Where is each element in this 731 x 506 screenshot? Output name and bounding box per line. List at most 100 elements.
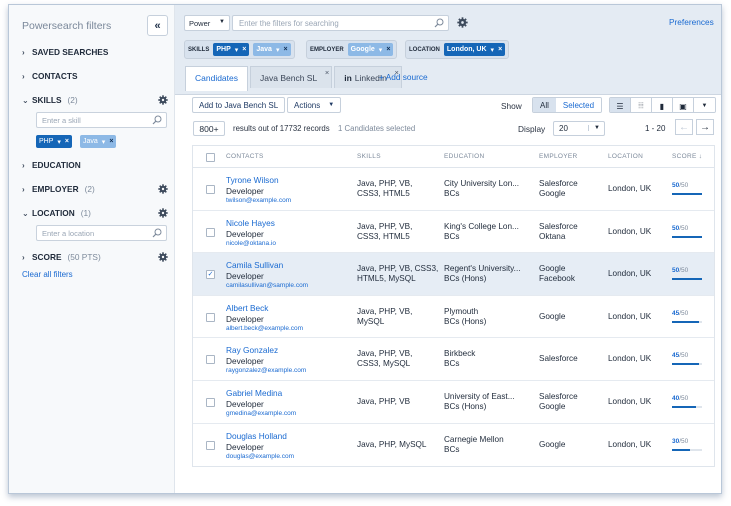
table-row[interactable]: Gabriel Medina Developer gmedina@example.c… — [193, 380, 714, 424]
employer-line: Google — [539, 401, 566, 411]
tab-java-bench-sl[interactable]: Java Bench SL × — [250, 66, 333, 88]
card-view-icon[interactable]: ▣ — [673, 98, 694, 112]
column-header[interactable]: LOCATION — [608, 153, 643, 160]
gear-icon[interactable] — [158, 184, 168, 194]
score-bar-fill — [672, 235, 702, 238]
page-size-select[interactable]: 20 ▼ — [553, 121, 605, 136]
clear-all-filters-link[interactable]: Clear all filters — [22, 270, 73, 279]
contact-email[interactable]: raygonzalez@example.com — [226, 367, 306, 374]
table-row[interactable]: Tyrone Wilson Developer twilson@example.co… — [193, 168, 714, 211]
document-view-icon[interactable]: ▮ — [652, 98, 673, 112]
remove-icon[interactable]: × — [283, 46, 287, 53]
skill-tag-php[interactable]: PHP ▾ × — [36, 135, 73, 148]
chip-tag-london[interactable]: London, UK ▾ × — [443, 43, 506, 56]
gear-icon[interactable] — [158, 252, 168, 262]
row-checkbox[interactable]: ✓ — [206, 270, 215, 280]
column-header[interactable]: EDUCATION — [444, 153, 485, 160]
search-mode-select[interactable]: Power ▼ — [184, 15, 230, 31]
gear-icon[interactable] — [457, 17, 468, 28]
skills-cell: Java, PHP, VB — [357, 397, 410, 407]
table-row[interactable]: Ray Gonzalez Developer raygonzalez@example… — [193, 338, 714, 381]
dropdown-caret-icon: ▾ — [378, 46, 383, 54]
row-checkbox[interactable] — [206, 397, 215, 407]
caret-down-icon: ▼ — [328, 102, 335, 108]
remove-icon[interactable]: × — [498, 46, 502, 53]
table-row[interactable]: Douglas Holland Developer douglas@example.… — [193, 423, 714, 467]
chip-tag-google[interactable]: Google ▾ × — [347, 43, 394, 56]
skill-input[interactable]: Enter a skill — [36, 112, 167, 128]
filter-section-score[interactable]: › SCORE (50 PTS) — [22, 250, 168, 264]
contact-name[interactable]: Ray Gonzalez — [226, 345, 306, 355]
contact-email[interactable]: gmedina@example.com — [226, 410, 296, 417]
employer-cell: Google Facebook — [539, 264, 575, 284]
filter-section-location[interactable]: ⌄ LOCATION (1) — [22, 206, 168, 220]
row-checkbox[interactable] — [206, 227, 215, 237]
education-cell: King's College Lon... BCs — [444, 222, 519, 242]
show-all-button[interactable]: All — [533, 98, 556, 112]
list-view-icon[interactable]: ☰ — [610, 98, 631, 112]
next-page-button[interactable]: → — [696, 119, 714, 135]
skills-line: Java, PHP, MySQL — [357, 439, 427, 449]
column-header[interactable]: SCORE ↓ — [672, 153, 702, 160]
table-row[interactable]: Albert Beck Developer albert.beck@example.… — [193, 295, 714, 339]
column-view-icon[interactable]: ⦙⦙⦙ — [631, 98, 652, 112]
more-views-dropdown[interactable]: ▼ — [694, 98, 715, 112]
gear-icon[interactable] — [158, 95, 168, 105]
gear-icon[interactable] — [158, 208, 168, 218]
employer-line: Google — [539, 311, 566, 321]
select-all-checkbox[interactable] — [206, 153, 215, 162]
collapse-sidebar-button[interactable]: « — [147, 15, 168, 36]
row-checkbox[interactable] — [206, 440, 215, 450]
education-degree: BCs (Hons) — [444, 401, 487, 411]
contact-email[interactable]: douglas@example.com — [226, 453, 294, 460]
contact-email[interactable]: camilasullivan@sample.com — [226, 282, 308, 289]
dropdown-caret-icon: ▾ — [101, 138, 106, 146]
remove-icon[interactable]: × — [242, 46, 246, 53]
row-checkbox[interactable] — [206, 185, 215, 194]
location-input[interactable]: Enter a location — [36, 225, 167, 241]
contact-name[interactable]: Douglas Holland — [226, 431, 294, 441]
contact-email[interactable]: nicole@oktana.io — [226, 240, 276, 247]
chip-tag-php[interactable]: PHP ▾ × — [213, 43, 250, 56]
filter-section-employer[interactable]: › EMPLOYER (2) — [22, 182, 168, 196]
tab-candidates[interactable]: Candidates — [185, 66, 249, 91]
table-row[interactable]: ✓ Camila Sullivan Developer camilasullivan@… — [193, 253, 714, 296]
column-header[interactable]: EMPLOYER — [539, 153, 578, 160]
contact-email[interactable]: twilson@example.com — [226, 197, 291, 204]
remove-icon[interactable]: × — [386, 46, 390, 53]
remove-icon[interactable]: × — [109, 138, 113, 145]
contact-email[interactable]: albert.beck@example.com — [226, 325, 303, 332]
add-source-link[interactable]: + Add source — [379, 72, 428, 82]
search-input[interactable]: Enter the filters for searching — [232, 15, 449, 31]
contact-name[interactable]: Camila Sullivan — [226, 260, 308, 270]
filter-section-skills[interactable]: ⌄ SKILLS (2) — [22, 93, 168, 107]
skill-tag-java[interactable]: Java ▾ × — [80, 135, 117, 148]
actions-dropdown[interactable]: Actions ▼ — [287, 97, 342, 113]
column-header[interactable]: CONTACTS — [226, 153, 264, 160]
score-bar-fill — [672, 320, 699, 323]
contact-name[interactable]: Gabriel Medina — [226, 388, 296, 398]
contact-name[interactable]: Nicole Hayes — [226, 218, 276, 228]
column-header[interactable]: SKILLS — [357, 153, 381, 160]
prev-page-button[interactable]: ← — [675, 119, 693, 135]
contact-name[interactable]: Tyrone Wilson — [226, 175, 291, 185]
education-school: Carnegie Mellon — [444, 434, 504, 444]
close-icon[interactable]: × — [325, 68, 329, 77]
table-row[interactable]: Nicole Hayes Developer nicole@oktana.io Jav… — [193, 210, 714, 254]
filter-count: (50 PTS) — [67, 252, 101, 262]
filter-section-education[interactable]: › EDUCATION — [22, 158, 168, 172]
row-checkbox[interactable] — [206, 355, 215, 365]
caret-down-icon: ▼ — [588, 125, 600, 131]
remove-icon[interactable]: × — [65, 138, 69, 145]
preferences-link[interactable]: Preferences — [669, 17, 714, 27]
filter-section-saved-searches[interactable]: › SAVED SEARCHES — [22, 45, 168, 59]
score-bar — [672, 363, 702, 366]
show-selected-button[interactable]: Selected — [555, 98, 602, 112]
chip-tag-java[interactable]: Java ▾ × — [253, 43, 291, 56]
contact-name[interactable]: Albert Beck — [226, 303, 303, 313]
skills-line: Java, PHP, VB, CSS3, — [357, 264, 439, 274]
add-to-bench-button[interactable]: Add to Java Bench SL — [192, 97, 286, 113]
filter-section-contacts[interactable]: › CONTACTS — [22, 69, 168, 83]
filter-section-label: SKILLS — [32, 95, 62, 105]
row-checkbox[interactable] — [206, 312, 215, 322]
